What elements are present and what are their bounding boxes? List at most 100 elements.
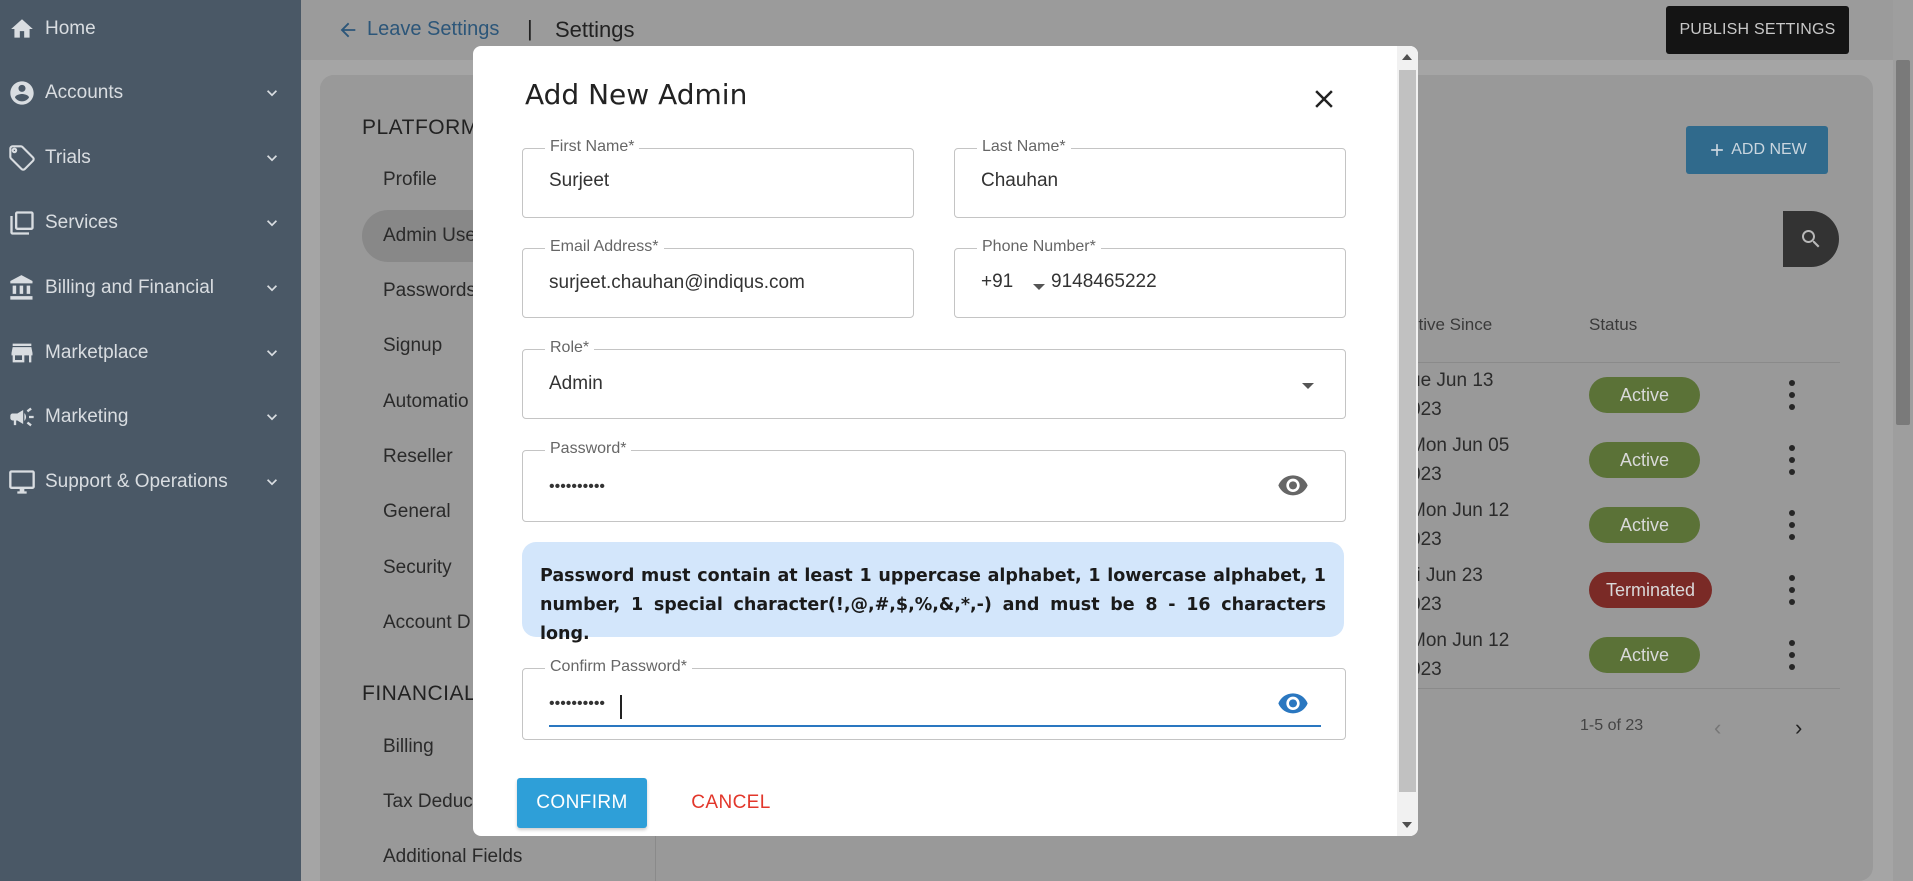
date-line: 023 [1410, 399, 1442, 420]
sidebar-item-marketing[interactable]: Marketing [0, 385, 301, 449]
page-scrollbar[interactable] [1893, 0, 1913, 881]
cancel-button[interactable]: CANCEL [673, 778, 789, 828]
search-input[interactable] [1400, 211, 1785, 267]
password-value: •••••••••• [549, 478, 606, 495]
settings-nav-item[interactable]: Additional Fields [383, 846, 522, 868]
publish-settings-button[interactable]: PUBLISH SETTINGS [1666, 6, 1849, 54]
sidebar-item-services[interactable]: Services [0, 191, 301, 255]
more-options-icon[interactable] [1786, 380, 1798, 410]
caret-down-icon[interactable] [1033, 284, 1045, 290]
financial-heading: FINANCIAL [362, 682, 477, 705]
sidebar-item-trials[interactable]: Trials [0, 126, 301, 190]
dialog-scrollbar-thumb[interactable] [1399, 70, 1416, 792]
settings-nav-item[interactable]: Security [383, 557, 452, 579]
sidebar-item-label: Trials [45, 147, 91, 168]
date-line: 023 [1410, 594, 1442, 615]
back-link[interactable]: Leave Settings [337, 18, 499, 41]
platform-heading: PLATFORM [362, 116, 479, 139]
add-new-button[interactable]: ADD NEW [1686, 126, 1828, 174]
settings-nav-item[interactable]: Admin Use [383, 225, 476, 247]
date-line: ri Jun 23 [1410, 565, 1483, 586]
settings-nav-item[interactable]: Tax Deduc [383, 791, 473, 813]
page-title: Settings [555, 17, 635, 42]
bank-icon [6, 272, 38, 304]
date-line: 023 [1410, 659, 1442, 680]
settings-nav-item[interactable]: Account D [383, 612, 471, 634]
email-value: surjeet.chauhan@indiqus.com [549, 272, 805, 293]
more-options-icon[interactable] [1786, 640, 1798, 670]
chevron-down-icon [267, 479, 277, 486]
column-header-active-since: ctive Since [1410, 315, 1493, 334]
page-scrollbar-thumb[interactable] [1896, 60, 1910, 425]
sidebar-item-label: Marketplace [45, 342, 149, 363]
date-line: 023 [1410, 464, 1442, 485]
sidebar-item-label: Accounts [45, 82, 124, 103]
sidebar-item-label: Services [45, 212, 118, 233]
table-row-date: ue Jun 13 023 [1410, 366, 1493, 424]
status-badge: Active [1589, 637, 1700, 673]
chevron-down-icon [267, 155, 277, 162]
table-row-date: Mon Jun 05 023 [1410, 431, 1509, 489]
first-name-label: First Name* [545, 138, 640, 156]
date-line: ue Jun 13 [1410, 370, 1494, 391]
add-admin-dialog: Add New Admin First Name* Surjeet Last N… [473, 46, 1418, 836]
chevron-right-icon[interactable]: › [1795, 715, 1802, 741]
settings-nav-item[interactable]: Signup [383, 335, 442, 357]
date-line: Mon Jun 12 [1410, 630, 1510, 651]
settings-nav-item[interactable]: Automatio [383, 391, 469, 413]
sidebar-item-billing[interactable]: Billing and Financial [0, 256, 301, 320]
eye-icon[interactable] [1277, 693, 1309, 715]
more-options-icon[interactable] [1786, 510, 1798, 540]
status-badge: Active [1589, 377, 1700, 413]
password-rules-info: Password must contain at least 1 upperca… [522, 542, 1344, 644]
text-cursor [620, 695, 622, 719]
caret-down-icon[interactable] [1302, 383, 1314, 389]
last-name-value: Chauhan [981, 170, 1059, 191]
sidebar-item-label: Marketing [45, 406, 129, 427]
more-options-icon[interactable] [1786, 575, 1798, 605]
table-divider [1400, 362, 1840, 363]
close-icon[interactable] [1309, 84, 1339, 114]
role-label: Role* [545, 339, 595, 357]
sidebar-item-accounts[interactable]: Accounts [0, 61, 301, 125]
settings-nav-item[interactable]: Passwords [383, 280, 476, 302]
country-code-select[interactable]: +91 [981, 271, 1013, 293]
settings-nav-item[interactable]: Profile [383, 169, 437, 191]
table-divider [1400, 688, 1840, 689]
scroll-up-icon[interactable] [1402, 54, 1412, 60]
first-name-field[interactable]: First Name* Surjeet [522, 138, 914, 218]
account-circle-icon [6, 77, 38, 109]
date-line: Mon Jun 12 [1410, 500, 1510, 521]
megaphone-icon [6, 401, 38, 433]
sidebar-item-home[interactable]: Home [0, 0, 301, 61]
sidebar-item-marketplace[interactable]: Marketplace [0, 321, 301, 385]
confirm-password-value: •••••••••• [549, 695, 606, 712]
scroll-down-icon[interactable] [1402, 822, 1412, 828]
chevron-left-icon[interactable]: ‹ [1714, 715, 1721, 741]
password-field[interactable]: Password* •••••••••• [522, 440, 1346, 522]
role-select[interactable]: Role* Admin [522, 339, 1346, 419]
breadcrumb-separator: | [527, 16, 533, 41]
settings-nav-item[interactable]: General [383, 501, 451, 523]
confirm-password-field[interactable]: Confirm Password* •••••••••• [522, 658, 1346, 740]
settings-nav-item[interactable]: Billing [383, 736, 434, 758]
more-options-icon[interactable] [1786, 445, 1798, 475]
phone-field[interactable]: Phone Number* +91 9148465222 [954, 238, 1346, 318]
search-button[interactable] [1783, 211, 1839, 267]
back-link-label: Leave Settings [367, 18, 500, 40]
eye-icon[interactable] [1277, 475, 1309, 497]
dialog-scrollbar[interactable] [1397, 46, 1418, 836]
sidebar: Home Accounts Trials Services Billing an… [0, 0, 301, 881]
last-name-field[interactable]: Last Name* Chauhan [954, 138, 1346, 218]
sidebar-item-support[interactable]: Support & Operations [0, 450, 301, 514]
settings-nav-item[interactable]: Reseller [383, 446, 453, 468]
status-badge: Active [1589, 442, 1700, 478]
date-line: Mon Jun 05 [1410, 435, 1510, 456]
confirm-button[interactable]: CONFIRM [517, 778, 647, 828]
chevron-down-icon [267, 90, 277, 97]
role-value: Admin [549, 373, 603, 394]
email-field[interactable]: Email Address* surjeet.chauhan@indiqus.c… [522, 238, 914, 318]
search-icon [1802, 230, 1820, 248]
focus-underline [549, 725, 1321, 727]
table-row-date: Mon Jun 12 023 [1410, 626, 1509, 684]
